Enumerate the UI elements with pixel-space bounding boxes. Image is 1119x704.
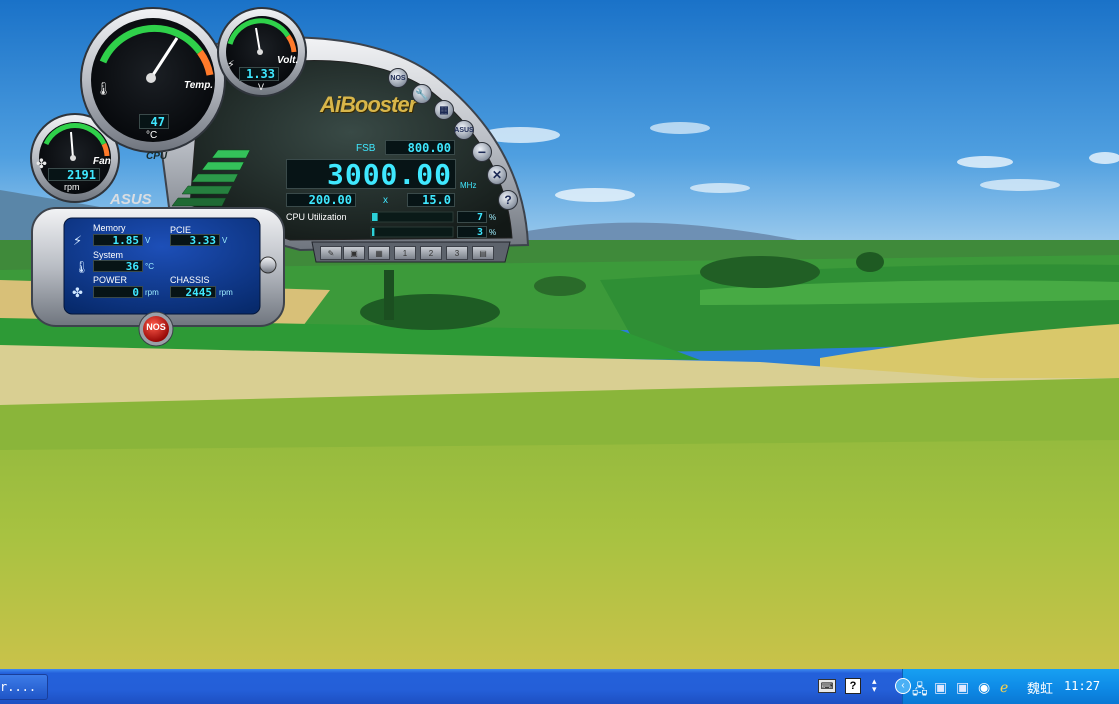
cpu-frequency-unit: MHz — [460, 181, 477, 190]
ai-booster-widget: ASUS ⚡ 🌡 ✤ ✤ 🌡 ⚡ AiBooster 47 °C Temp. C… — [0, 0, 540, 360]
thermometer-icon: 🌡 — [74, 260, 89, 274]
fsb-value: 800.00 — [385, 140, 455, 155]
memory-unit: V — [145, 236, 151, 245]
ai-booster-title: AiBooster — [320, 92, 417, 117]
network-tray-icon[interactable]: 🖧 — [912, 679, 928, 697]
cpu-temp-unit: °C — [146, 130, 158, 141]
tray-clock[interactable]: 11:27 — [1064, 679, 1100, 693]
pcie-unit: V — [222, 236, 228, 245]
memory-label: Memory — [93, 223, 126, 233]
toolbar-save-button[interactable]: ▤ — [472, 246, 494, 260]
fan-gauge-icon: ✤ — [36, 157, 47, 172]
audio-tray-icon[interactable]: ◉ — [978, 679, 994, 695]
monitor-tray-icon[interactable]: ▣ — [956, 679, 972, 695]
volt-unit: V — [258, 82, 265, 92]
power-fan-label: POWER — [93, 275, 128, 285]
toolbar-profile-3-button[interactable]: 3 — [446, 246, 468, 260]
power-fan-unit: rpm — [145, 288, 159, 297]
multiplier-sign: x — [383, 195, 388, 206]
fan-unit: rpm — [64, 182, 80, 192]
cpu-utilization-core1-unit: % — [489, 213, 497, 222]
chassis-fan-value: 2445 — [170, 286, 216, 299]
thermometer-gauge-icon: 🌡 — [95, 81, 112, 97]
cpu-utilization-core1: 7 — [457, 211, 487, 223]
nos-button[interactable]: NOS — [143, 322, 169, 332]
fan-value: 2191 — [48, 168, 100, 182]
pcie-value: 3.33 — [170, 234, 220, 247]
tray-expand-icon[interactable]: ‹ — [895, 678, 911, 694]
nos-mode-button[interactable]: NOS — [388, 68, 408, 88]
panel-expand-button[interactable] — [260, 257, 276, 273]
toolbar-profile-2-button[interactable]: 2 — [420, 246, 442, 260]
wrench-icon: 🔧 — [415, 88, 429, 101]
cpu-info-button[interactable]: ▦ — [434, 100, 454, 120]
fan-label: Fan — [93, 156, 111, 167]
keyboard-icon[interactable]: ⌨ — [818, 679, 836, 693]
chassis-fan-unit: rpm — [219, 288, 233, 297]
display-tray-icon[interactable]: ▣ — [934, 679, 950, 695]
monitor-icon: ▣ — [350, 248, 358, 258]
bolt-icon: ⚡ — [73, 234, 82, 249]
minimize-button[interactable]: − — [472, 142, 492, 162]
asus-update-button[interactable]: ASUS — [454, 120, 474, 140]
cpu-utilization-label: CPU Utilization — [286, 212, 347, 222]
minus-icon: − — [477, 144, 487, 160]
system-temp-value: 36 — [93, 260, 143, 273]
base-clock-value: 200.00 — [286, 193, 356, 207]
cpu-gauge-caption: CPU — [146, 151, 168, 162]
help-icon[interactable]: ? — [845, 678, 861, 694]
cpu-utilization-core2: 3 — [457, 226, 487, 238]
system-temp-unit: °C — [145, 262, 154, 271]
volt-gauge-icon: ⚡ — [227, 58, 235, 71]
cpu-frequency-display: 3000.00 — [286, 158, 456, 191]
cpu-utilization-bar-core2 — [372, 228, 375, 236]
asus-logo: ASUS — [109, 191, 152, 208]
toolbar-profile-1-button[interactable]: 1 — [394, 246, 416, 260]
fan-icon: ✤ — [72, 286, 83, 301]
ie-tray-icon[interactable]: ℯ — [1000, 679, 1016, 695]
toolbar-chip-button[interactable]: ▦ — [368, 246, 390, 260]
toolbar-note-button[interactable]: ✎ — [320, 246, 342, 260]
taskbar-window-button[interactable]: r.... — [0, 674, 48, 700]
memory-value: 1.85 — [93, 234, 143, 247]
chip-icon: ▦ — [439, 104, 449, 116]
cpu-utilization-bar-core1 — [372, 213, 378, 221]
chip-icon: ▦ — [375, 248, 383, 258]
volt-value: 1.33 — [239, 67, 279, 81]
help-button[interactable]: ? — [498, 190, 518, 210]
chassis-fan-label: CHASSIS — [170, 275, 210, 285]
multiplier-value: 15.0 — [407, 193, 455, 207]
power-fan-value: 0 — [93, 286, 143, 299]
note-icon: ✎ — [327, 248, 335, 258]
tools-button[interactable]: 🔧 — [412, 84, 432, 104]
cpu-temp-value: 47 — [139, 114, 169, 129]
fsb-label: FSB — [356, 143, 376, 154]
cpu-temp-label: Temp. — [184, 80, 214, 91]
tray-user-name: 魏虹 — [1027, 681, 1054, 696]
close-button[interactable]: ✕ — [487, 165, 507, 185]
question-icon: ? — [504, 193, 512, 207]
ime-toggle-icon[interactable]: ▴ ▾ — [872, 677, 877, 694]
cpu-utilization-core2-unit: % — [489, 228, 497, 237]
save-icon: ▤ — [479, 248, 487, 258]
volt-label: Volt. — [277, 55, 299, 66]
system-label: System — [93, 250, 124, 260]
close-icon: ✕ — [491, 168, 503, 182]
toolbar-monitor-button[interactable]: ▣ — [343, 246, 365, 260]
